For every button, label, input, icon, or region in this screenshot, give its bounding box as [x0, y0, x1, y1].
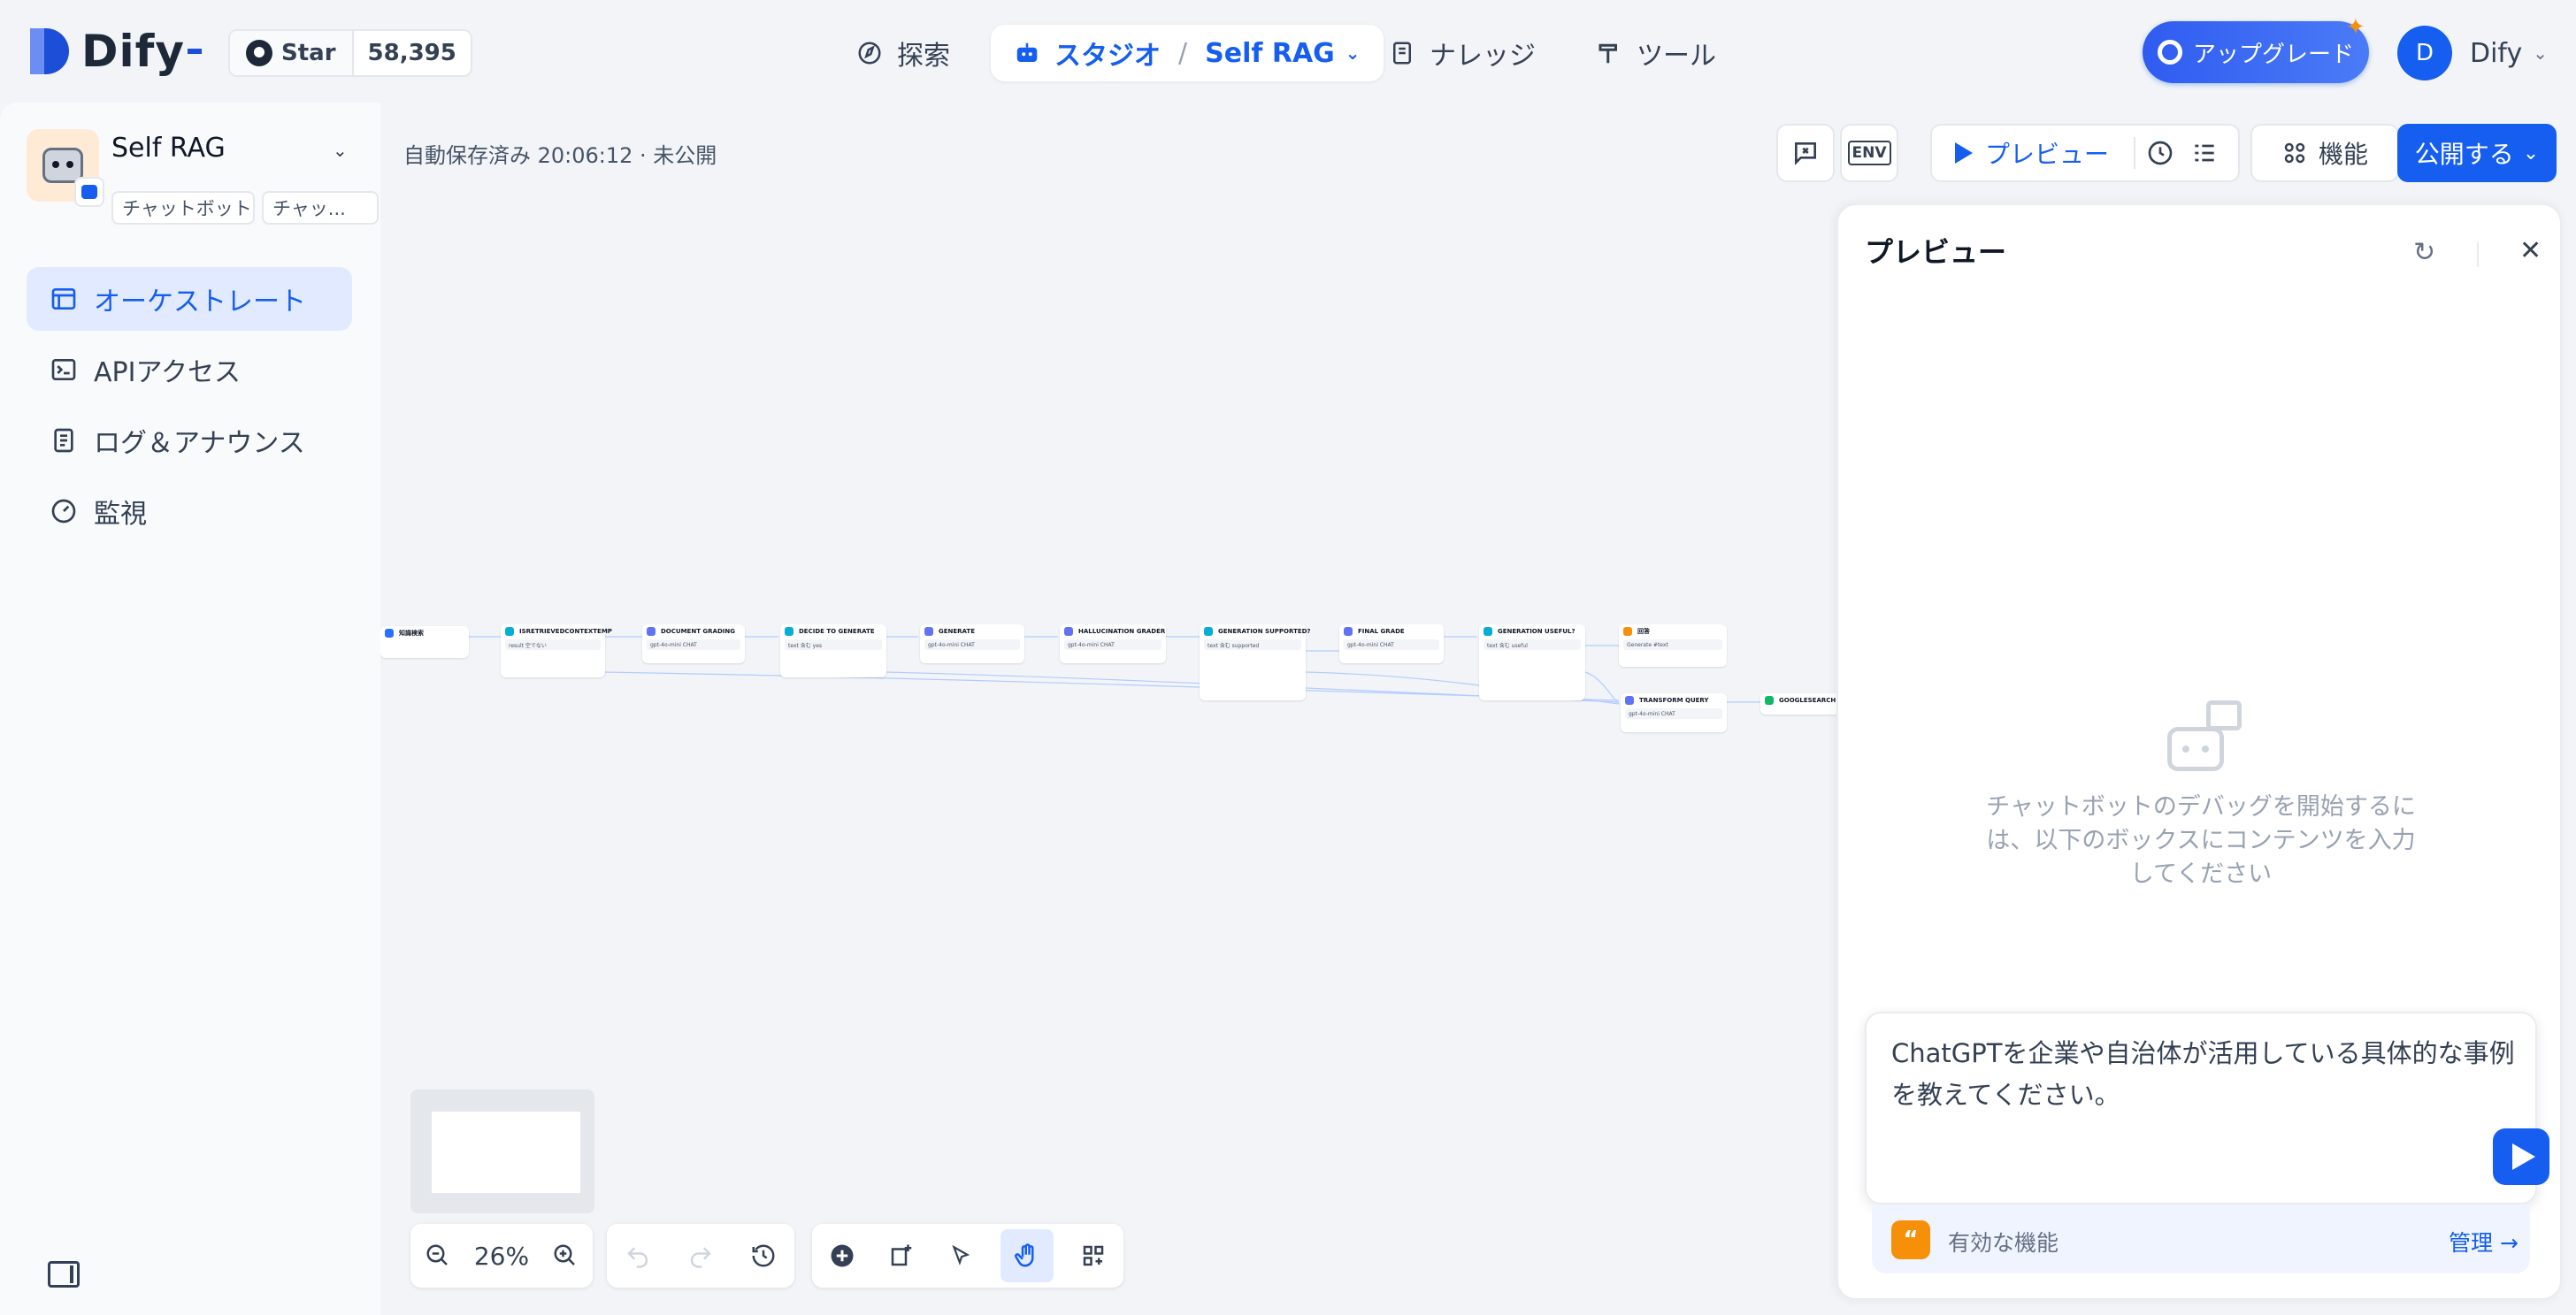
workflow-node[interactable]: FINAL GRADE gpt-4o-mini CHAT	[1339, 624, 1444, 663]
top-navigation: Dify Star 58,395 探索 スタジオ / Self RAG ⌄ ナレ…	[0, 0, 2576, 103]
nav-tools[interactable]: ツール	[1596, 25, 1716, 81]
app-name: Self RAG	[111, 133, 226, 164]
sidebar-menu: オーケストレート APIアクセス ログ＆アナウンス 監視	[27, 267, 352, 550]
workflow-node[interactable]: GENERATE gpt-4o-mini CHAT	[920, 624, 1024, 663]
nav-knowledge[interactable]: ナレッジ	[1389, 25, 1536, 81]
reset-icon[interactable]: ↻	[2413, 237, 2435, 268]
github-star-widget[interactable]: Star 58,395	[228, 29, 472, 77]
minimap-viewport[interactable]	[432, 1112, 580, 1193]
current-app-label[interactable]: Self RAG	[1205, 38, 1335, 69]
app-mode-tag: チャッ...	[262, 191, 379, 225]
chevron-down-icon: ⌄	[2522, 141, 2540, 164]
zoom-level[interactable]: 26%	[474, 1242, 529, 1271]
user-name: Dify	[2470, 37, 2523, 69]
features-button[interactable]: 機能	[2250, 124, 2399, 182]
version-history-icon[interactable]	[744, 1236, 783, 1275]
workflow-node[interactable]: 回答 Generate #text	[1619, 624, 1727, 667]
empty-state-text: チャットボットのデバッグを開始するには、以下のボックスにコンテンツを入力してくだ…	[1986, 793, 2416, 888]
sidebar-item-monitoring[interactable]: 監視	[27, 479, 352, 543]
message-x-icon	[1795, 142, 1816, 165]
send-button[interactable]	[2493, 1128, 2549, 1185]
app-header[interactable]: Self RAG ⌄ チャットボット チャッ...	[27, 129, 379, 225]
workflow-node[interactable]: DECIDE TO GENERATE text 含む yes	[780, 624, 886, 677]
nav-explore[interactable]: 探索	[856, 25, 950, 81]
chevron-down-icon: ⌄	[2533, 42, 2548, 64]
manage-link[interactable]: 管理 →	[2449, 1226, 2518, 1258]
preview-toolbar[interactable]: プレビュー	[1930, 124, 2240, 182]
sidebar-item-orchestrate[interactable]: オーケストレート	[27, 267, 352, 331]
publish-button[interactable]: 公開する ⌄	[2397, 124, 2557, 182]
preview-panel: プレビュー ↻ ✕ チャットボットのデバッグを開始するには、以下のボックスにコン…	[1836, 203, 2562, 1300]
enabled-features-bar: “ 有効な機能 管理 →	[1872, 1204, 2530, 1273]
features-label: 有効な機能	[1948, 1230, 2059, 1256]
dify-logo[interactable]: Dify	[27, 25, 202, 78]
send-icon	[2512, 1143, 2535, 1170]
chatbot-badge-icon	[74, 177, 104, 207]
star-label: Star	[281, 40, 336, 66]
app-type-tag: チャットボット	[111, 191, 255, 225]
layout-icon	[51, 288, 76, 310]
workflow-node[interactable]: ISRETRIEVEDCONTEXTEMP result 空でない	[501, 624, 612, 677]
workflow-node[interactable]: 知識検索	[380, 626, 469, 658]
env-icon: ENV	[1847, 141, 1891, 165]
file-list-icon	[54, 428, 73, 453]
sidebar-collapse-icon[interactable]	[48, 1261, 80, 1288]
sidebar-item-logs[interactable]: ログ＆アナウンス	[27, 409, 352, 472]
checklist-icon[interactable]	[2190, 139, 2219, 167]
nav-studio[interactable]: スタジオ / Self RAG ⌄	[991, 25, 1384, 81]
logo-text: Dify	[81, 26, 185, 77]
minimap[interactable]	[410, 1089, 594, 1213]
upgrade-button[interactable]: アップグレード	[2143, 21, 2369, 83]
gauge-icon	[51, 499, 76, 524]
run-history-icon[interactable]	[2146, 139, 2174, 167]
upgrade-gear-icon	[2157, 40, 2182, 65]
quote-icon: “	[1891, 1220, 1930, 1259]
close-icon[interactable]: ✕	[2519, 235, 2542, 266]
redo-icon[interactable]	[681, 1236, 720, 1275]
workflow-node[interactable]: DOCUMENT GRADING gpt-4o-mini CHAT	[642, 624, 745, 663]
github-icon	[246, 40, 272, 66]
preview-panel-title: プレビュー	[1865, 235, 2007, 269]
hammer-icon	[1598, 43, 1617, 64]
preview-button-label[interactable]: プレビュー	[1985, 135, 2109, 171]
chat-input-box[interactable]: ChatGPTを企業や自治体が活用している具体的な事例を教えてください。	[1865, 1012, 2549, 1204]
zoom-controls: 26%	[410, 1224, 593, 1288]
workflow-node[interactable]: GENERATION USEFUL? text 含む useful	[1479, 624, 1585, 700]
star-count[interactable]: 58,395	[354, 31, 471, 75]
workflow-node[interactable]: GOOGLESEARCH	[1760, 693, 1840, 715]
chat-input[interactable]: ChatGPTを企業や自治体が活用している具体的な事例を教えてください。	[1891, 1033, 2519, 1116]
robot-icon	[1016, 42, 1038, 62]
organize-layout-icon[interactable]	[1074, 1236, 1113, 1275]
app-sidebar: Self RAG ⌄ チャットボット チャッ... オーケストレート APIアク…	[0, 103, 380, 1315]
workflow-node[interactable]: HALLUCINATION GRADER gpt-4o-mini CHAT	[1060, 624, 1166, 663]
dify-logo-mark	[27, 27, 73, 76]
hand-tool-icon[interactable]	[1000, 1229, 1054, 1282]
sparkle-icon: ✦	[2346, 14, 2365, 41]
play-icon	[1955, 142, 1973, 164]
user-menu[interactable]: D Dify ⌄	[2397, 25, 2548, 81]
chatbot-debug-icon	[2167, 700, 2242, 775]
canvas-tools	[812, 1224, 1123, 1288]
studio-label: スタジオ	[1054, 41, 1161, 72]
avatar: D	[2397, 26, 2452, 80]
env-button[interactable]: ENV	[1840, 124, 1898, 182]
checklist-toggle-button[interactable]	[1776, 124, 1835, 182]
terminal-icon	[51, 359, 76, 380]
pointer-icon[interactable]	[941, 1236, 980, 1275]
compass-icon	[858, 42, 881, 65]
zoom-out-icon[interactable]	[418, 1236, 457, 1275]
workflow-node[interactable]: TRANSFORM QUERY gpt-4o-mini CHAT	[1621, 693, 1727, 732]
undo-icon[interactable]	[618, 1236, 657, 1275]
apps-icon	[2284, 142, 2305, 164]
book-icon	[1393, 42, 1411, 65]
workflow-node[interactable]: GENERATION SUPPORTED? text 含む supported	[1200, 624, 1311, 700]
zoom-in-icon[interactable]	[546, 1236, 585, 1275]
chevron-down-icon[interactable]: ⌄	[333, 140, 348, 161]
history-controls	[607, 1224, 794, 1288]
add-note-icon[interactable]	[882, 1236, 921, 1275]
workflow-graph[interactable]: 知識検索 ISRETRIEVEDCONTEXTEMP result 空でない D…	[380, 103, 1840, 1315]
chevron-down-icon[interactable]: ⌄	[1346, 42, 1361, 64]
sidebar-item-api-access[interactable]: APIアクセス	[27, 338, 352, 401]
add-node-icon[interactable]	[823, 1236, 862, 1275]
